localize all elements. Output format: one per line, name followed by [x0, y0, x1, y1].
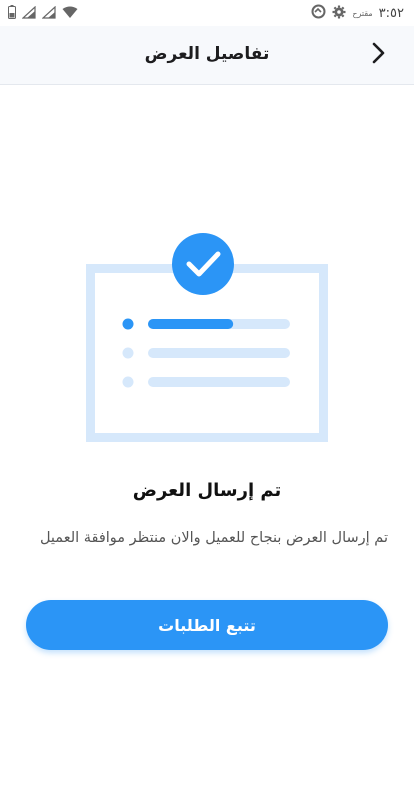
- list-bullet: [122, 318, 134, 330]
- success-message: تم إرسال العرض بنجاح للعميل والان منتظر …: [39, 530, 388, 546]
- back-button[interactable]: [364, 40, 394, 70]
- status-right-icons: مقترح ٣:٥٢: [311, 4, 404, 23]
- success-illustration: [86, 232, 328, 444]
- track-orders-button[interactable]: تتبع الطلبات: [26, 600, 388, 650]
- carrier-label: مقترح: [352, 8, 373, 18]
- page-title: تفاصيل العرض: [144, 44, 270, 64]
- list-line: [148, 348, 290, 358]
- success-title: تم إرسال العرض: [132, 480, 282, 501]
- list-line: [148, 377, 290, 387]
- list-bullet: [122, 347, 134, 359]
- signal-icon: [41, 4, 56, 23]
- track-orders-label: تتبع الطلبات: [158, 615, 256, 635]
- app-header: تفاصيل العرض: [0, 26, 414, 85]
- sync-icon: [311, 4, 326, 23]
- settings-icon: [332, 4, 346, 23]
- status-bar: مقترح ٣:٥٢: [0, 0, 414, 26]
- wifi-icon: [62, 4, 78, 23]
- progress-fill: [148, 319, 234, 329]
- signal-icon: [21, 4, 36, 23]
- status-time: ٣:٥٢: [378, 5, 404, 21]
- status-left-icons: [8, 4, 78, 23]
- check-badge: [172, 233, 234, 295]
- battery-icon: [8, 4, 16, 23]
- chevron-right-icon: [371, 42, 387, 68]
- list-bullet: [122, 376, 134, 388]
